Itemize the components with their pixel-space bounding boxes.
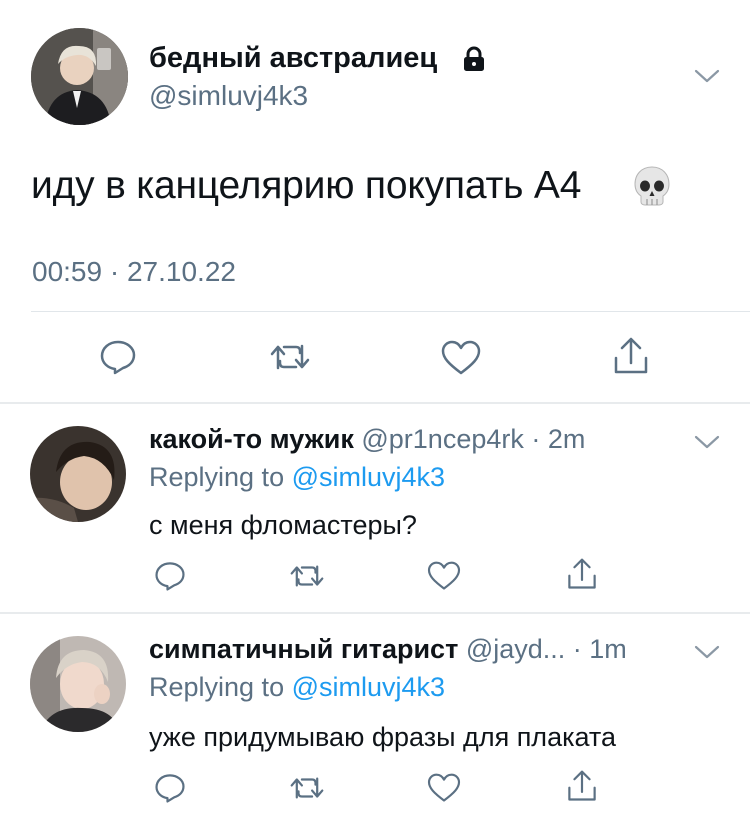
reply-avatar[interactable] [30,636,126,732]
main-tweet: бедный австралиец @simluvj4k3 иду в канц… [0,0,750,404]
replying-to: Replying to @simluvj4k3 [149,672,445,703]
retweet-icon[interactable] [290,562,324,590]
tweet-text: иду в канцелярию покупать А4 [31,164,582,207]
author-handle[interactable]: @simluvj4k3 [149,80,308,112]
reply-text: с меня фломастеры? [149,510,417,540]
replying-prefix: Replying to [149,672,285,702]
replying-mention[interactable]: @simluvj4k3 [292,462,445,492]
author-avatar[interactable] [31,28,128,125]
reply-icon[interactable] [99,339,137,375]
chevron-down-icon[interactable] [694,68,720,84]
reply-author[interactable]: какой-то мужик @pr1ncep4rk · 2m [149,424,585,455]
share-icon[interactable] [566,769,598,803]
reply-tweet[interactable]: симпатичный гитарист @jayd... · 1m Reply… [0,614,750,824]
chevron-down-icon[interactable] [694,434,720,450]
like-icon[interactable] [427,773,461,803]
divider [31,311,750,312]
reply-handle[interactable]: @pr1ncep4rk [361,424,524,454]
reply-time: · 1m [572,634,627,664]
reply-author[interactable]: симпатичный гитарист @jayd... · 1m [149,634,627,665]
chevron-down-icon[interactable] [694,644,720,660]
reply-handle[interactable]: @jayd... [466,634,565,664]
meta-separator: · [109,256,120,287]
retweet-icon[interactable] [270,341,310,373]
reply-display-name[interactable]: симпатичный гитарист [149,634,458,664]
share-icon[interactable] [566,557,598,591]
reply-time: · 2m [531,424,586,454]
reply-text: уже придумываю фразы для плаката [149,722,616,752]
tweet-time: 00:59 [32,256,103,287]
reply-icon[interactable] [154,560,186,592]
lock-icon [460,45,488,73]
reply-icon[interactable] [154,772,186,804]
reply-display-name[interactable]: какой-то мужик [149,424,354,454]
retweet-icon[interactable] [290,774,324,802]
like-icon[interactable] [441,340,481,376]
skull-emoji-icon [632,164,672,208]
reply-avatar[interactable] [30,426,126,522]
avatar-photo [31,28,128,125]
replying-mention[interactable]: @simluvj4k3 [292,672,445,702]
reply-tweet[interactable]: какой-то мужик @pr1ncep4rk · 2m Replying… [0,404,750,614]
replying-to: Replying to @simluvj4k3 [149,462,445,493]
share-icon[interactable] [612,336,650,376]
tweet-date: 27.10.22 [126,256,236,287]
like-icon[interactable] [427,561,461,591]
tweet-timestamp[interactable]: 00:59 · 27.10.22 [32,256,236,288]
author-display-name[interactable]: бедный австралиец [149,42,437,75]
replying-prefix: Replying to [149,462,285,492]
